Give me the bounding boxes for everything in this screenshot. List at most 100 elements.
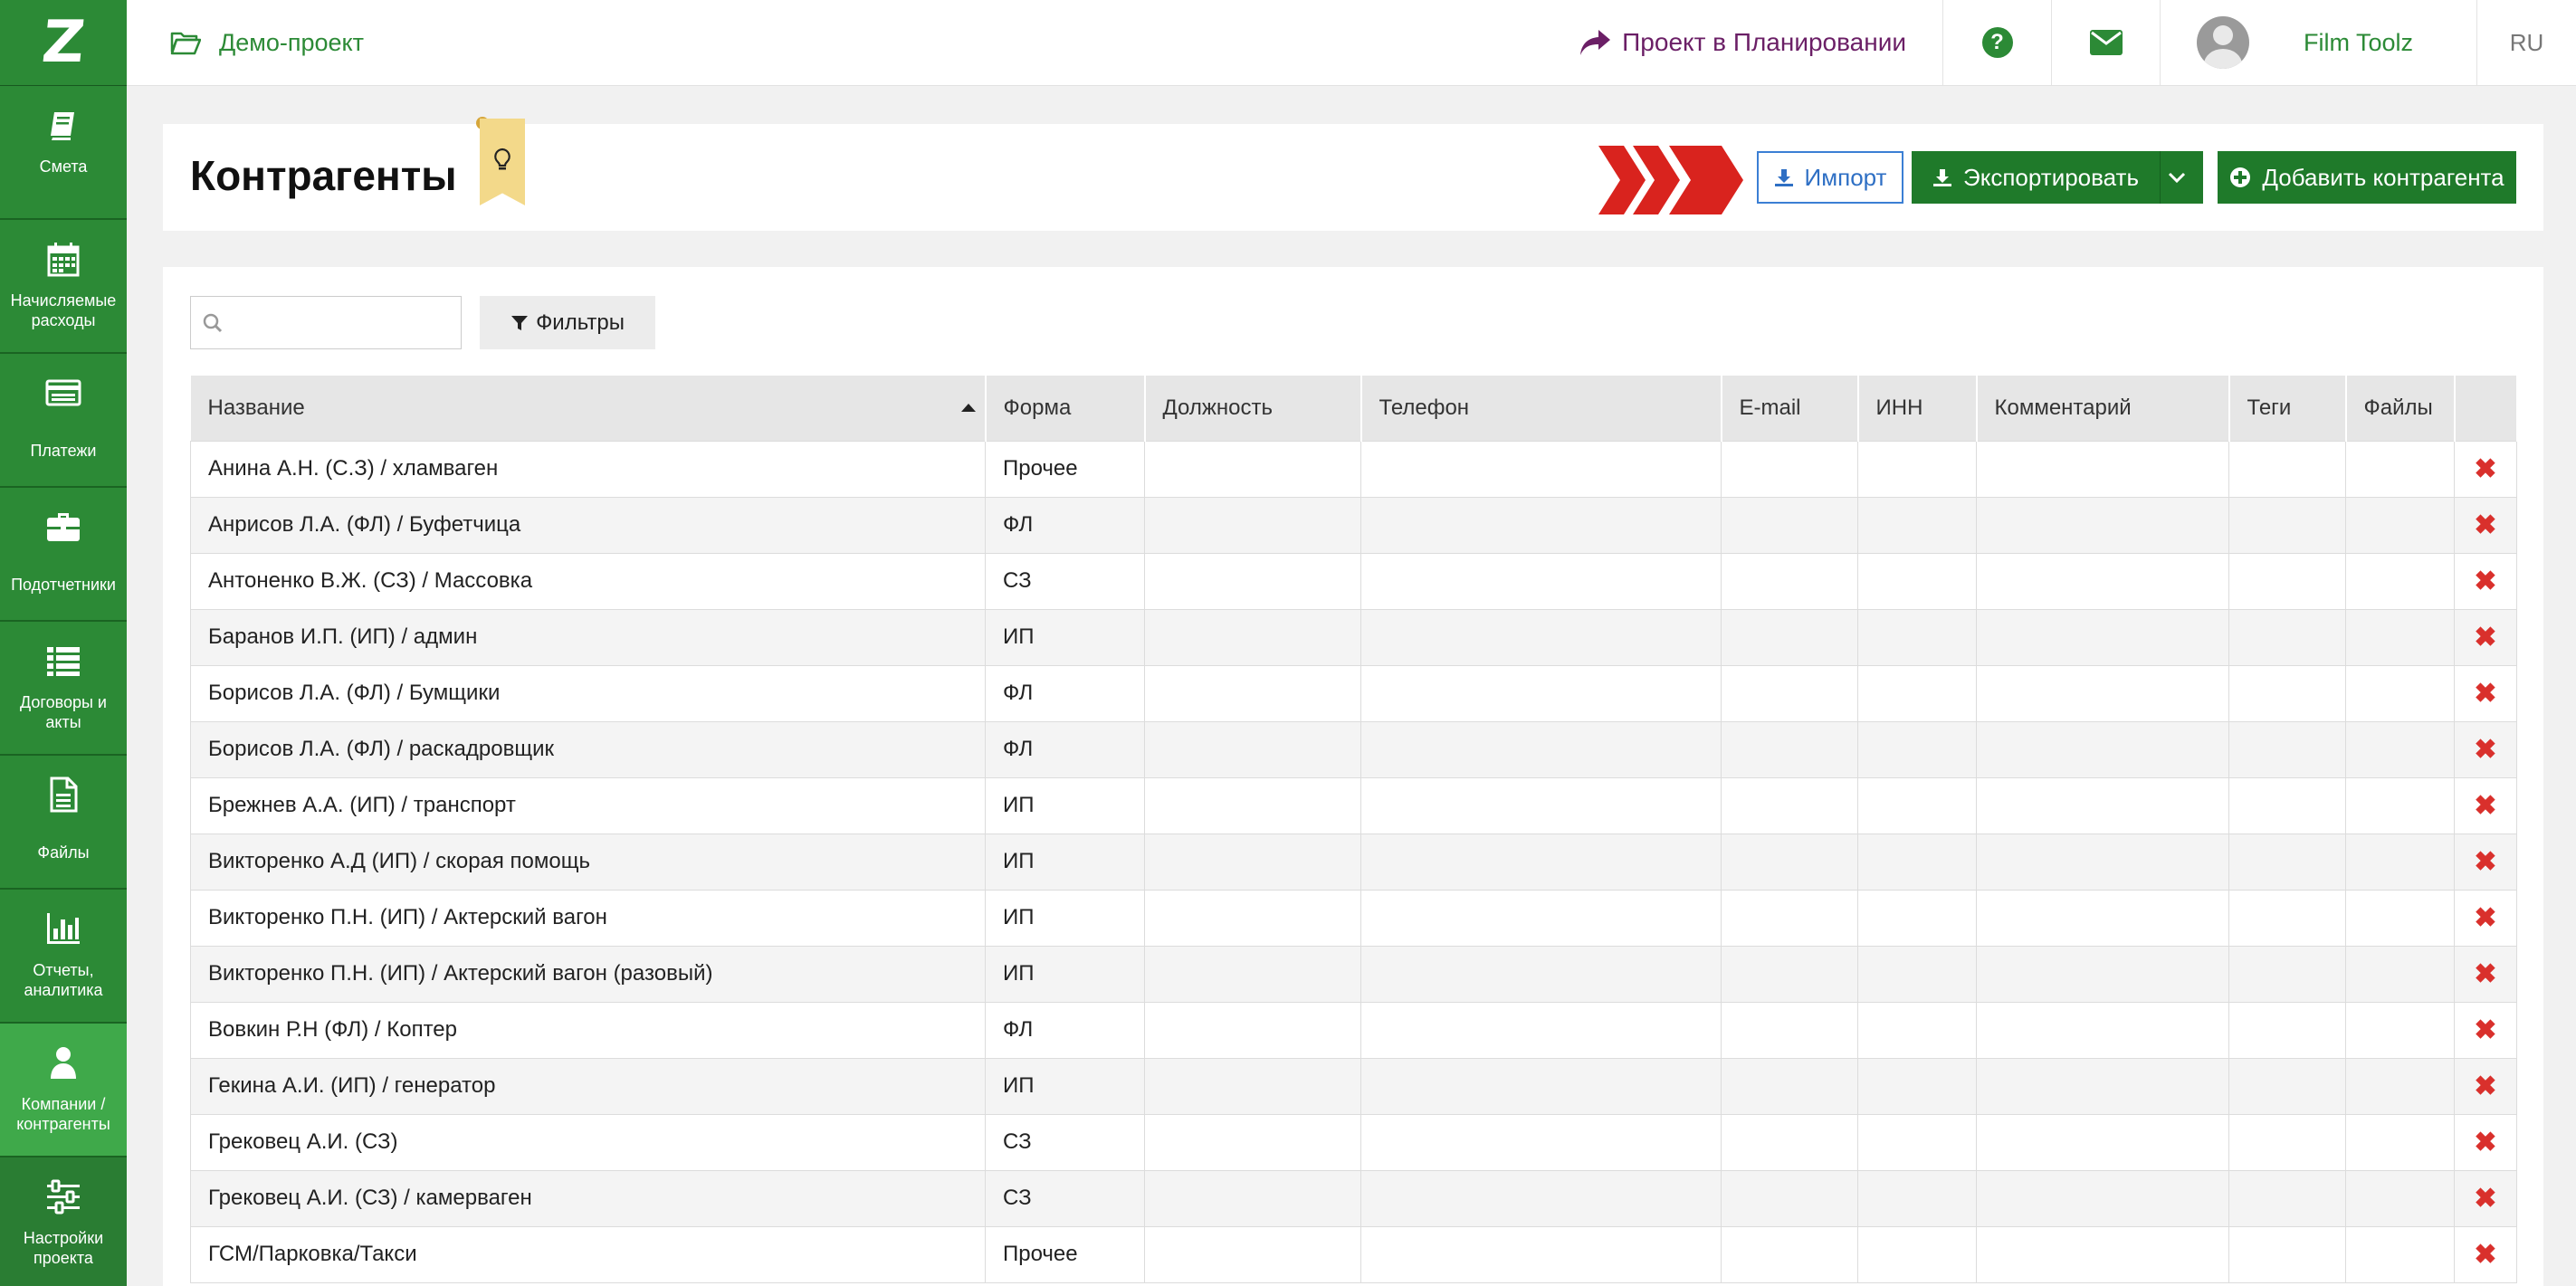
cell-email	[1721, 833, 1858, 891]
delete-row-button[interactable]: ✖	[2454, 1057, 2517, 1115]
table-row[interactable]: Грековец А.И. (СЗ) / камерваген СЗ ✖	[190, 1169, 2517, 1227]
delete-row-button[interactable]: ✖	[2454, 552, 2517, 610]
table-row[interactable]: Баранов И.П. (ИП) / админ ИП ✖	[190, 608, 2517, 666]
cell-inn	[1857, 552, 1977, 610]
page-header: Контрагенты Импорт Экспортировать Добави…	[163, 117, 2543, 231]
help-icon: ?	[1981, 27, 2013, 58]
delete-row-button[interactable]: ✖	[2454, 496, 2517, 554]
export-button[interactable]: Экспортировать	[1912, 151, 2160, 204]
close-icon: ✖	[2474, 622, 2497, 653]
table-row[interactable]: ГСМ/Парковка/Такси Прочее ✖	[190, 1225, 2517, 1283]
sidebar: Z Смета Начисляемые расходы Платежи Подо…	[0, 0, 127, 1286]
user-name: Film Toolz	[2304, 28, 2414, 56]
delete-row-button[interactable]: ✖	[2454, 1169, 2517, 1227]
sidebar-item-payments[interactable]: Платежи	[0, 354, 127, 488]
sidebar-item-accrued-expenses[interactable]: Начисляемые расходы	[0, 220, 127, 354]
column-header-form[interactable]: Форма	[985, 376, 1146, 441]
column-header-position[interactable]: Должность	[1144, 376, 1362, 441]
cell-position	[1144, 1113, 1361, 1171]
delete-row-button[interactable]: ✖	[2454, 664, 2517, 722]
table-row[interactable]: Борисов Л.А. (ФЛ) / Бумщики ФЛ ✖	[190, 664, 2517, 722]
table-row[interactable]: Борисов Л.А. (ФЛ) / раскадровщик ФЛ ✖	[190, 720, 2517, 778]
filters-button[interactable]: Фильтры	[480, 296, 655, 349]
messages-button[interactable]	[2051, 0, 2160, 86]
cell-name: Грековец А.И. (СЗ)	[190, 1113, 986, 1171]
cell-comment	[1976, 496, 2229, 554]
delete-row-button[interactable]: ✖	[2454, 608, 2517, 666]
cell-comment	[1976, 1057, 2229, 1115]
cell-position	[1144, 664, 1361, 722]
cell-tags	[2228, 552, 2346, 610]
user-menu[interactable]: Film Toolz	[2160, 0, 2476, 86]
help-button[interactable]: ?	[1942, 0, 2051, 86]
cell-name: Борисов Л.А. (ФЛ) / Бумщики	[190, 664, 986, 722]
contractors-panel: Фильтры Название Форма Должность Телефон…	[163, 267, 2543, 1286]
delete-row-button[interactable]: ✖	[2454, 1225, 2517, 1283]
cell-position	[1144, 1001, 1361, 1059]
cell-form: ФЛ	[985, 496, 1145, 554]
cell-email	[1721, 1113, 1858, 1171]
cell-comment	[1976, 1225, 2229, 1283]
delete-row-button[interactable]: ✖	[2454, 889, 2517, 947]
table-row[interactable]: Викторенко П.Н. (ИП) / Актерский вагон (…	[190, 945, 2517, 1003]
cell-inn	[1857, 1113, 1977, 1171]
cell-files	[2345, 889, 2455, 947]
cell-name: Брежнев А.А. (ИП) / транспорт	[190, 776, 986, 834]
project-status-label: Проект в Планировании	[1622, 28, 1906, 56]
column-header-files[interactable]: Файлы	[2345, 376, 2456, 441]
sidebar-item-files[interactable]: Файлы	[0, 756, 127, 890]
delete-row-button[interactable]: ✖	[2454, 1001, 2517, 1059]
folder-open-icon	[170, 32, 201, 55]
cell-name: Викторенко П.Н. (ИП) / Актерский вагон (…	[190, 945, 986, 1003]
column-header-phone[interactable]: Телефон	[1360, 376, 1722, 441]
search-input[interactable]	[190, 296, 462, 349]
column-header-email[interactable]: E-mail	[1721, 376, 1859, 441]
delete-row-button[interactable]: ✖	[2454, 440, 2517, 498]
tips-bookmark[interactable]	[480, 119, 525, 205]
table-row[interactable]: Гекина А.И. (ИП) / генератор ИП ✖	[190, 1057, 2517, 1115]
project-selector[interactable]: Демо-проект	[170, 29, 364, 57]
sliders-icon	[44, 1177, 82, 1215]
delete-row-button[interactable]: ✖	[2454, 720, 2517, 778]
delete-row-button[interactable]: ✖	[2454, 776, 2517, 834]
column-header-inn[interactable]: ИНН	[1857, 376, 1978, 441]
close-icon: ✖	[2474, 453, 2497, 484]
sidebar-item-project-settings[interactable]: Настройки проекта	[0, 1157, 127, 1286]
table-row[interactable]: Грековец А.И. (СЗ) СЗ ✖	[190, 1113, 2517, 1171]
sidebar-item-estimate[interactable]: Смета	[0, 86, 127, 220]
sidebar-item-contracts[interactable]: Договоры и акты	[0, 622, 127, 756]
table-row[interactable]: Антоненко В.Ж. (СЗ) / Массовка СЗ ✖	[190, 552, 2517, 610]
add-contractor-button[interactable]: Добавить контрагента	[2218, 151, 2516, 204]
sidebar-item-reports[interactable]: Отчеты, аналитика	[0, 890, 127, 1024]
plus-circle-icon	[2230, 167, 2251, 187]
table-row[interactable]: Анина А.Н. (С.З) / хламваген Прочее ✖	[190, 440, 2517, 498]
column-header-comment[interactable]: Комментарий	[1976, 376, 2230, 441]
cell-position	[1144, 776, 1361, 834]
column-header-name[interactable]: Название	[190, 376, 987, 441]
language-switch[interactable]: RU	[2476, 0, 2576, 86]
table-row[interactable]: Анрисов Л.А. (ФЛ) / Буфетчица ФЛ ✖	[190, 496, 2517, 554]
delete-row-button[interactable]: ✖	[2454, 833, 2517, 891]
table-row[interactable]: Викторенко А.Д (ИП) / скорая помощь ИП ✖	[190, 833, 2517, 891]
cell-phone	[1360, 440, 1722, 498]
delete-row-button[interactable]: ✖	[2454, 1113, 2517, 1171]
user-icon	[44, 1043, 82, 1081]
export-dropdown-button[interactable]	[2160, 151, 2203, 204]
cell-tags	[2228, 1001, 2346, 1059]
cell-inn	[1857, 1057, 1977, 1115]
cell-position	[1144, 1169, 1361, 1227]
table-row[interactable]: Вовкин Р.Н (ФЛ) / Коптер ФЛ ✖	[190, 1001, 2517, 1059]
sidebar-item-companies[interactable]: Компании / контрагенты	[0, 1024, 127, 1157]
delete-row-button[interactable]: ✖	[2454, 945, 2517, 1003]
cell-files	[2345, 1169, 2455, 1227]
table-row[interactable]: Викторенко П.Н. (ИП) / Актерский вагон ИП…	[190, 889, 2517, 947]
app-logo[interactable]: Z	[0, 0, 127, 86]
close-icon: ✖	[2474, 1071, 2497, 1101]
column-header-tags[interactable]: Теги	[2228, 376, 2347, 441]
cell-email	[1721, 1057, 1858, 1115]
cell-comment	[1976, 664, 2229, 722]
import-button[interactable]: Импорт	[1757, 151, 1903, 204]
table-row[interactable]: Брежнев А.А. (ИП) / транспорт ИП ✖	[190, 776, 2517, 834]
project-status[interactable]: Проект в Планировании	[1579, 28, 1942, 57]
sidebar-item-accountable[interactable]: Подотчетники	[0, 488, 127, 622]
